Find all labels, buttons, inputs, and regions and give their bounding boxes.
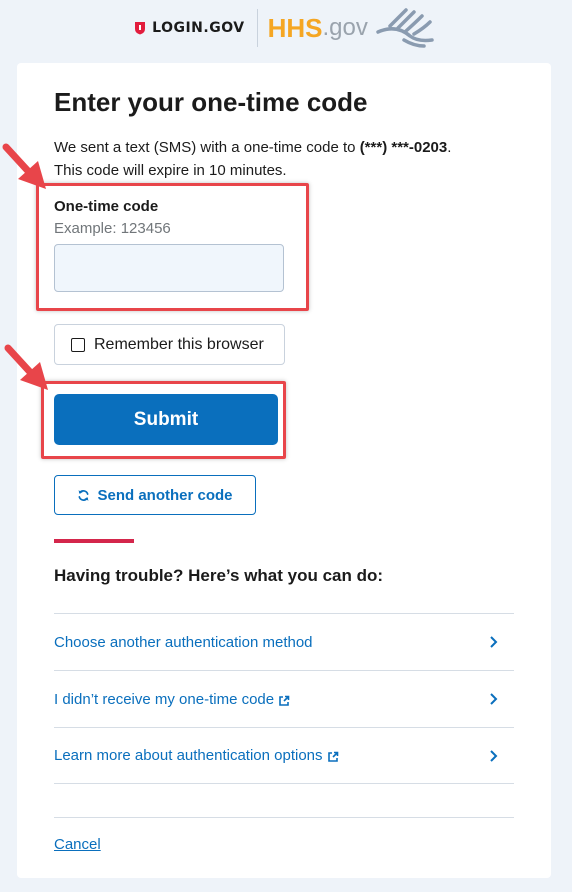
page-title: Enter your one-time code — [54, 87, 368, 117]
gov-text: .gov — [322, 14, 368, 41]
section-accent-rule — [54, 539, 134, 543]
external-link-icon — [279, 695, 290, 706]
login-gov-logo[interactable]: LOGIN.GOV — [134, 20, 244, 36]
cancel-link[interactable]: Cancel — [54, 836, 101, 853]
chevron-right-icon — [490, 636, 498, 648]
header-divider — [256, 9, 258, 47]
refresh-icon — [78, 489, 90, 501]
site-header: LOGIN.GOV HHS .gov — [0, 0, 572, 56]
intro-prefix: We sent a text (SMS) with a one-time cod… — [54, 139, 360, 156]
remember-browser-checkbox[interactable]: Remember this browser — [54, 324, 285, 365]
option-label[interactable]: Learn more about authentication options — [54, 747, 339, 764]
chevron-right-icon — [490, 693, 498, 705]
shield-icon — [135, 22, 146, 35]
option-didnt-receive-code[interactable]: I didn’t receive my one-time code — [54, 670, 514, 727]
eagle-icon — [376, 8, 434, 48]
login-gov-text: LOGIN.GOV — [152, 20, 245, 36]
checkbox-box[interactable] — [71, 337, 85, 352]
remember-browser-label: Remember this browser — [94, 335, 264, 353]
hhs-logo: HHS .gov — [268, 6, 438, 50]
option-label[interactable]: I didn’t receive my one-time code — [54, 691, 290, 708]
annotation-highlight-submit — [41, 381, 286, 459]
trouble-options-list: Choose another authentication method I d… — [54, 613, 514, 784]
arrow-icon — [4, 344, 48, 390]
chevron-right-icon — [490, 749, 498, 762]
external-link-icon — [327, 751, 338, 762]
option-learn-more-auth[interactable]: Learn more about authentication options — [54, 727, 514, 784]
option-label[interactable]: Choose another authentication method — [54, 634, 313, 651]
annotation-highlight-code-field — [36, 183, 309, 311]
send-another-code-label: Send another code — [97, 486, 233, 504]
send-another-code-button[interactable]: Send another code — [54, 475, 256, 515]
expiry-text: This code will expire in 10 minutes. — [54, 162, 287, 179]
hhs-text: HHS — [267, 12, 323, 43]
footer-divider — [54, 817, 514, 818]
option-choose-another-method[interactable]: Choose another authentication method — [54, 613, 514, 670]
masked-phone-number: (***) ***-0203 — [359, 139, 448, 156]
trouble-heading: Having trouble? Here’s what you can do: — [54, 566, 384, 585]
arrow-icon — [2, 143, 46, 189]
intro-text: We sent a text (SMS) with a one-time cod… — [54, 136, 514, 182]
intro-suffix: . — [447, 139, 452, 156]
